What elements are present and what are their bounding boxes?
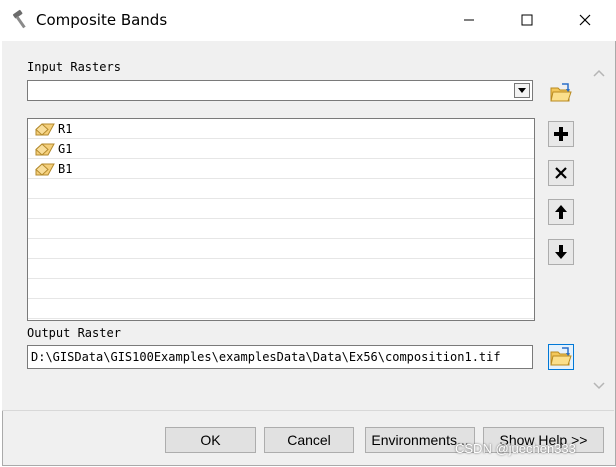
move-up-button[interactable]	[548, 199, 574, 225]
browse-output-button[interactable]	[548, 344, 574, 370]
empty-row	[28, 199, 534, 219]
ok-button[interactable]: OK	[165, 427, 256, 453]
close-icon	[579, 14, 591, 26]
list-item[interactable]: B1	[28, 159, 534, 179]
output-raster-field[interactable]: D:\GISData\GIS100Examples\examplesData\D…	[27, 345, 533, 369]
maximize-icon	[521, 14, 533, 26]
input-rasters-label: Input Rasters	[27, 60, 121, 74]
empty-row	[28, 259, 534, 279]
move-down-icon	[555, 245, 567, 259]
empty-row	[28, 299, 534, 319]
input-rasters-list[interactable]: R1 G1 B1	[27, 118, 535, 321]
cancel-button[interactable]: Cancel	[264, 427, 354, 453]
scroll-up-icon[interactable]	[584, 59, 614, 89]
move-up-icon	[555, 205, 567, 219]
minimize-button[interactable]	[446, 0, 492, 40]
watermark: CSDN @juechen333	[455, 441, 576, 456]
chevron-down-icon	[518, 87, 526, 93]
raster-layer-icon	[35, 123, 55, 136]
hammer-icon	[12, 9, 26, 29]
raster-layer-icon	[35, 143, 55, 156]
close-button[interactable]	[562, 0, 608, 40]
window-title: Composite Bands	[36, 11, 168, 29]
raster-layer-icon	[35, 163, 55, 176]
empty-row	[28, 179, 534, 199]
move-down-button[interactable]	[548, 239, 574, 265]
folder-open-icon	[550, 347, 572, 366]
remove-button[interactable]	[548, 160, 574, 186]
scroll-down-icon[interactable]	[584, 371, 614, 401]
remove-icon	[555, 167, 567, 179]
add-button[interactable]	[548, 121, 574, 147]
dropdown-button[interactable]	[514, 83, 530, 98]
footer-separator	[2, 410, 614, 411]
input-rasters-combo[interactable]	[27, 80, 533, 101]
title-bar: Composite Bands	[0, 0, 616, 40]
list-item[interactable]: R1	[28, 119, 534, 139]
browse-input-button[interactable]	[548, 80, 574, 106]
empty-row	[28, 239, 534, 259]
empty-row	[28, 219, 534, 239]
empty-row	[28, 279, 534, 299]
folder-open-icon	[550, 83, 572, 102]
minimize-icon	[464, 19, 474, 21]
panel-scrollbar[interactable]	[584, 41, 614, 410]
list-item-label: R1	[58, 122, 73, 136]
list-item[interactable]: G1	[28, 139, 534, 159]
add-icon	[554, 127, 568, 141]
list-item-label: B1	[58, 162, 73, 176]
output-raster-label: Output Raster	[27, 326, 121, 340]
list-item-label: G1	[58, 142, 73, 156]
maximize-button[interactable]	[504, 0, 550, 40]
